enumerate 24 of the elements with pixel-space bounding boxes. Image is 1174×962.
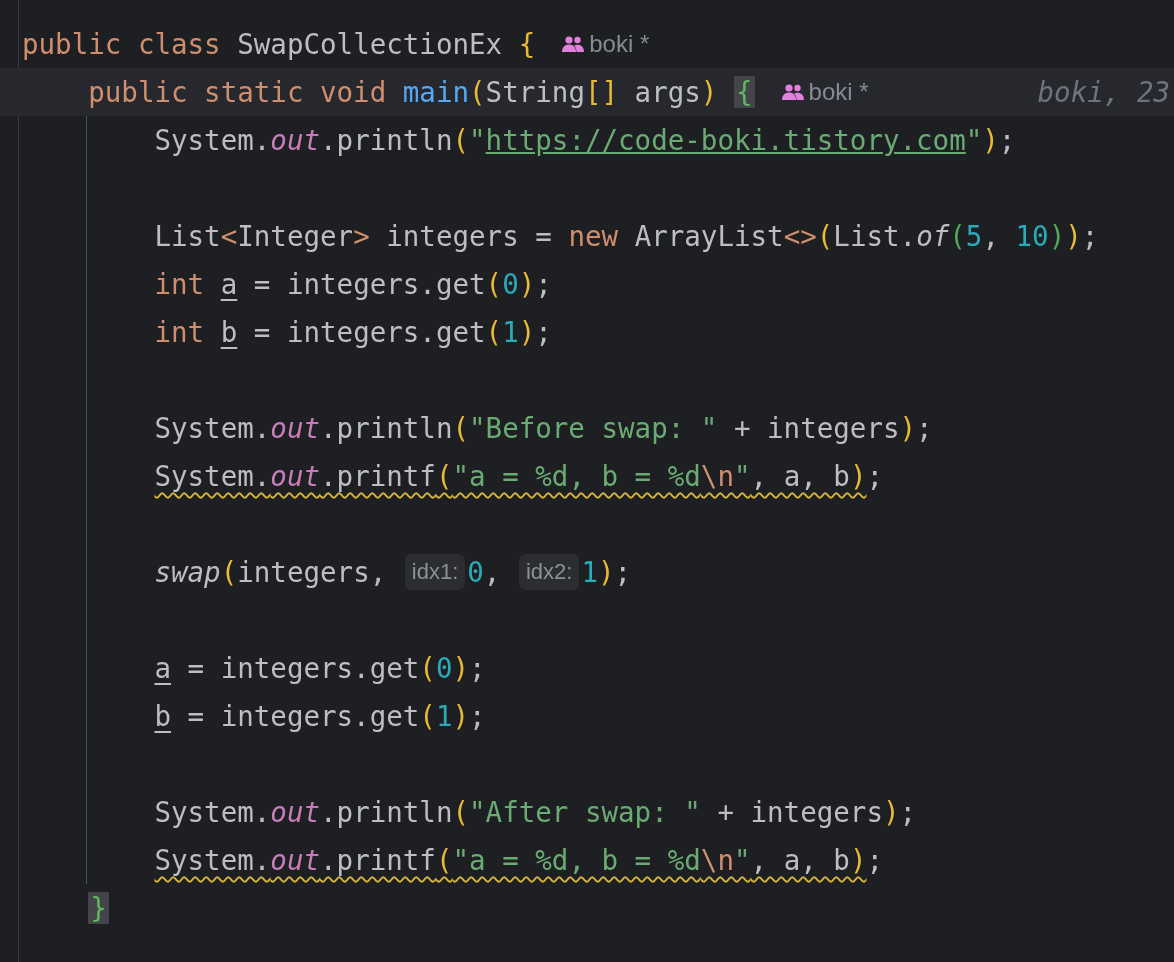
parameter-hint: idx2: [519,554,580,590]
code-text: int a = integers.get(0); [154,268,552,300]
code-text: System.out.printf("a = %d, b = %d\n", a, b); [154,460,883,492]
code-text: System.out.println("https://code-boki.tistory.com"); [154,124,1016,156]
code-text: public static void main(String[] args) [88,76,719,108]
code-text: System.out.println("After swap: " + integers); [154,796,917,828]
code-text: int b = integers.get(1); [154,316,552,348]
code-text: List<Integer> integers = new ArrayList<>(List.of(5, 10)); [154,220,1099,252]
code-text: System.out.printf("a = %d, b = %d\n", a, b); [154,844,883,876]
code-text: 1); [581,556,632,588]
users-icon [561,35,586,53]
code-text: public class SwapCollectionEx { [22,28,536,60]
parameter-hint: idx1: [404,554,466,590]
code-text: swap(integers, [154,556,388,588]
code-author[interactable]: boki * [561,30,650,58]
code-author[interactable]: boki * [780,78,869,106]
code-text: 0, [467,556,502,588]
blame-annotation[interactable]: boki, 23 [1037,76,1174,108]
code-text: a = integers.get(0); [154,652,486,684]
code-text: System.out.println("Before swap: " + integers); [154,412,933,444]
users-icon [780,83,805,101]
matched-brace: { [734,76,755,108]
code-text: b = integers.get(1); [154,700,486,732]
matched-brace: } [88,892,109,924]
